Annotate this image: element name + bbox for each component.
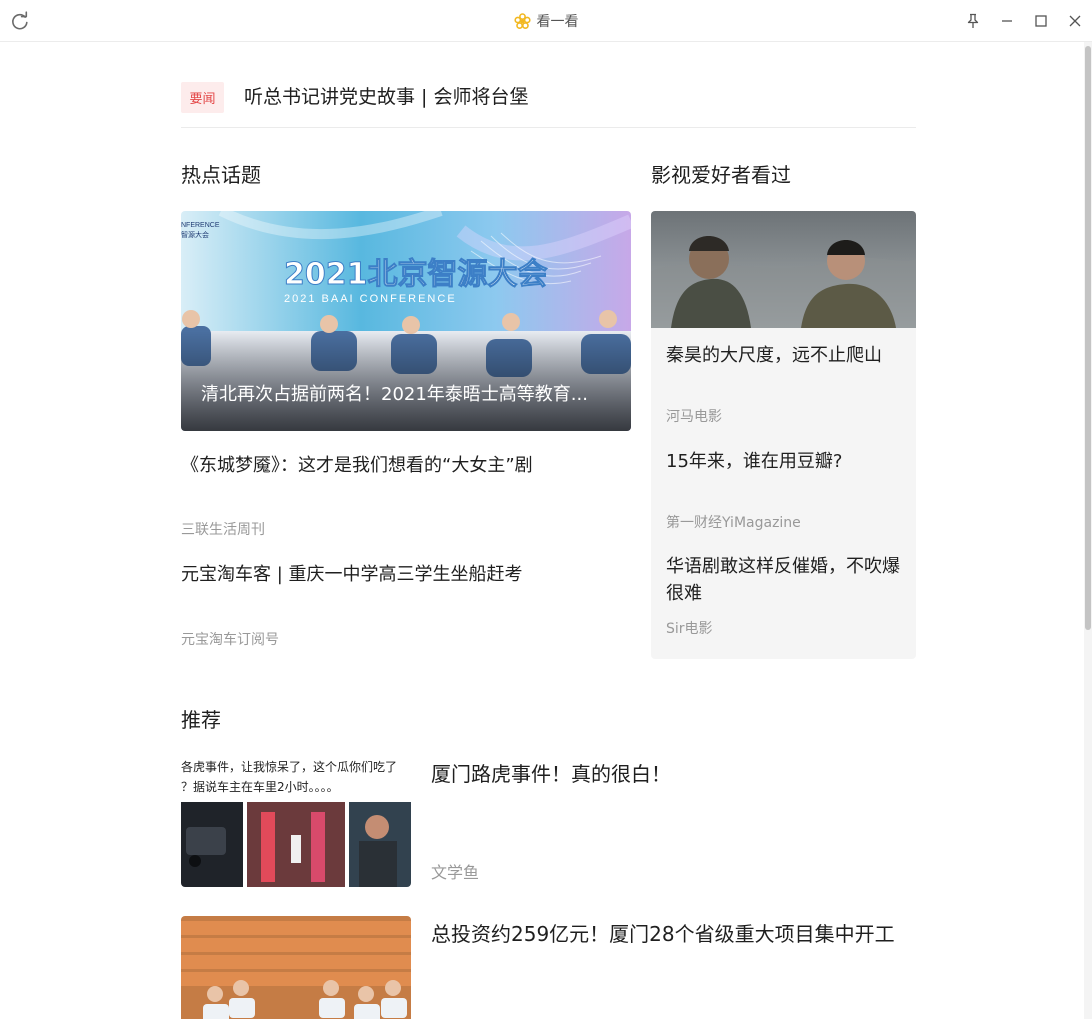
film-article-3-source: Sir电影	[666, 621, 713, 637]
flower-logo-icon	[513, 12, 531, 30]
hot-topic-article-1-title[interactable]: 《东城梦魇》：这才是我们想看的“大女主”剧	[181, 452, 631, 479]
hero-image-subtitle: 2021 BAAI CONFERENCE	[284, 293, 457, 305]
hero-image-title: 2021北京智源大会	[284, 257, 548, 292]
window-controls	[956, 0, 1092, 42]
maximize-icon[interactable]	[1024, 0, 1058, 42]
recommend-item-2-thumbnail[interactable]	[181, 916, 411, 1019]
recommend-item-1-title[interactable]: 厦门路虎事件！真的很白！	[431, 759, 916, 789]
recommend-item-1-source: 文学鱼	[431, 863, 480, 882]
recommend-item-1-thumbnail[interactable]: 各虎事件，让我惊呆了，这个瓜你们吃了 ？据说车主在车里2小时。。。。	[181, 757, 411, 887]
hero-caption[interactable]: 清北再次占据前两名！2021年泰晤士高等教育...	[201, 383, 611, 407]
film-article-1-source: 河马电影	[666, 409, 722, 425]
recommend-item-1-thumb-line-2: ？据说车主在车里2小时。。。。	[181, 779, 339, 794]
film-card-image[interactable]	[651, 211, 916, 328]
film-article-3-title[interactable]: 华语剧敢这样反催婚，不吹爆很难	[666, 553, 906, 607]
window-title: 看一看	[0, 11, 1092, 31]
recommend-item-2-image	[181, 916, 411, 1019]
headline-row[interactable]: 要闻 听总书记讲党史故事 | 会师将台堡	[181, 82, 916, 128]
title-bar: 看一看	[0, 0, 1092, 42]
film-fans-card: 秦昊的大尺度，远不止爬山 河马电影 15年来，谁在用豆瓣? 第一财经YiMaga…	[651, 211, 916, 659]
window-title-text: 看一看	[536, 14, 579, 30]
hot-topic-article-1-source: 三联生活周刊	[181, 522, 265, 538]
film-article-2-source: 第一财经YiMagazine	[666, 515, 801, 531]
hero-corner-text-1: NFERENCE	[181, 222, 220, 229]
hot-topic-article-2-source: 元宝淘车订阅号	[181, 632, 279, 648]
scrollbar-thumb[interactable]	[1085, 46, 1091, 630]
close-icon[interactable]	[1058, 0, 1092, 42]
scrollbar[interactable]	[1084, 42, 1092, 1019]
minimize-icon[interactable]	[990, 0, 1024, 42]
recommend-item-1-thumb-line-1: 各虎事件，让我惊呆了，这个瓜你们吃了	[181, 759, 397, 774]
recommend-heading: 推荐	[181, 708, 221, 732]
hero-corner-text-2: 智源大会	[181, 230, 209, 239]
film-article-2-title[interactable]: 15年来，谁在用豆瓣?	[666, 448, 906, 475]
recommend-item-1-image: 各虎事件，让我惊呆了，这个瓜你们吃了 ？据说车主在车里2小时。。。。	[181, 757, 411, 887]
recommend-item-2-title[interactable]: 总投资约259亿元！厦门28个省级重大项目集中开工	[431, 918, 916, 950]
film-article-1-title[interactable]: 秦昊的大尺度，远不止爬山	[666, 342, 906, 369]
hot-topics-heading: 热点话题	[181, 163, 261, 187]
headline-tag: 要闻	[181, 82, 224, 113]
hot-topics-hero-card[interactable]: NFERENCE 智源大会 2021北京智源大会 2021 BAAI CONFE…	[181, 211, 631, 431]
pin-icon[interactable]	[956, 0, 990, 42]
film-fans-heading: 影视爱好者看过	[651, 163, 791, 187]
headline-title[interactable]: 听总书记讲党史故事 | 会师将台堡	[244, 85, 528, 109]
hot-topic-article-2-title[interactable]: 元宝淘车客 | 重庆一中学高三学生坐船赶考	[181, 561, 631, 588]
